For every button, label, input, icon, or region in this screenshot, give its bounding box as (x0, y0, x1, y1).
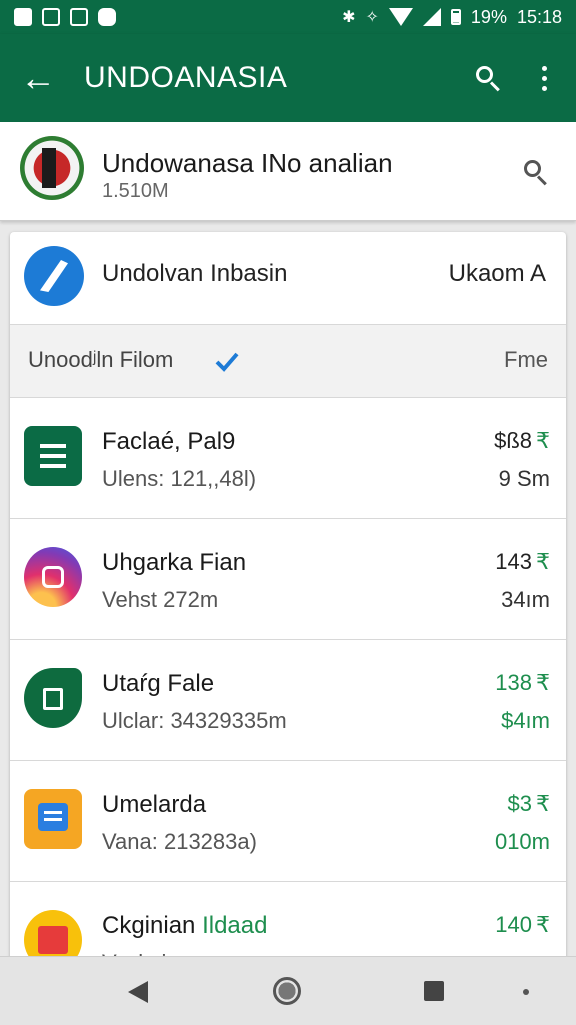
bluetooth-icon: ✱ (342, 9, 356, 26)
photo-icon (70, 8, 88, 26)
battery-percent: 19% (470, 6, 507, 27)
avatar (20, 136, 84, 200)
chat-icon (98, 8, 116, 26)
item-meta: 34ım (501, 587, 550, 612)
list-item[interactable]: Faclaé, Pal9 Ulens: 121,,48l) $ß8 ₹ 9 Sm (10, 398, 566, 519)
section-filter[interactable]: Fme (504, 347, 548, 373)
item-name: Uhgarka Fian (102, 549, 247, 576)
system-icons: ✱ ✧ 19% 15:18 (342, 7, 562, 28)
item-name: Faclaé, Pal9 (102, 428, 236, 455)
card-header[interactable]: Undolvan Inbasin Ukaom A (10, 232, 566, 325)
page-title: UNDOANASIA (84, 61, 288, 94)
gallery-icon (14, 8, 32, 26)
verified-check-icon (215, 352, 239, 372)
list-item[interactable]: Uhgarka Fian Vehst 272m 143 ₹ 34ım (10, 519, 566, 640)
shopping-bag-icon (24, 668, 82, 728)
screenshot-icon (42, 8, 60, 26)
more-vertical-icon[interactable] (542, 65, 548, 91)
camera-app-icon (24, 547, 82, 607)
list-item[interactable]: Utaŕg Fale Ulclar: 34329335m 138 ₹ $4ım (10, 640, 566, 761)
section-title: Unoodʲln Filom (28, 347, 174, 372)
content-card: Undolvan Inbasin Ukaom A Unoodʲln Filom … (10, 232, 566, 992)
item-price: 140 ₹ (495, 912, 550, 937)
globe-icon (24, 246, 84, 306)
profile-name: Undowanasa INo analian (102, 148, 393, 178)
nav-recents-icon[interactable] (424, 981, 444, 1001)
clock: 15:18 (516, 6, 562, 27)
search-icon[interactable] (474, 64, 502, 92)
system-nav-bar (0, 956, 576, 1025)
item-subtitle: Vana: 213283a) (102, 829, 257, 854)
wifi-icon (388, 8, 413, 26)
item-price: $3 ₹ (507, 791, 550, 816)
profile-search-icon[interactable] (524, 160, 550, 186)
profile-subtitle: 1.510M (102, 180, 169, 202)
nav-dot-icon (523, 989, 529, 995)
card-header-title: Undolvan Inbasin (102, 260, 288, 287)
message-icon (24, 789, 82, 849)
back-arrow-icon[interactable]: ← (20, 60, 60, 96)
app-bar: ← UNDOANASIA (0, 34, 576, 122)
status-bar: ✱ ✧ 19% 15:18 (0, 0, 576, 34)
item-price: $ß8 ₹ (494, 428, 550, 453)
item-subtitle: Vehst 272m (102, 587, 219, 612)
section-header: Unoodʲln Filom Fme (10, 325, 566, 398)
profile-header[interactable]: Undowanasa INo analian 1.510M (0, 122, 576, 221)
item-price: 138 ₹ (495, 670, 550, 695)
notification-icons (14, 8, 116, 26)
item-price: 143 ₹ (495, 549, 550, 574)
item-subtitle: Ulclar: 34329335m (102, 708, 287, 733)
sheet-icon (24, 426, 82, 486)
item-subtitle: Ulens: 121,,48l) (102, 466, 257, 491)
item-meta: 9 Sm (498, 466, 550, 491)
item-meta: $4ım (501, 708, 550, 733)
signal-icon (422, 8, 441, 26)
item-meta: 010m (494, 829, 550, 854)
list-item[interactable]: Umelarda Vana: 213283a) $3 ₹ 010m (10, 761, 566, 882)
item-name: Utaŕg Fale (102, 670, 215, 697)
nav-back-icon[interactable] (128, 981, 148, 1003)
item-name: Ckginian Ildaad (102, 912, 268, 939)
card-header-action[interactable]: Ukaom A (449, 260, 546, 288)
battery-icon (450, 9, 461, 25)
vibrate-icon: ✧ (365, 9, 379, 26)
nav-home-icon[interactable] (273, 977, 301, 1005)
item-name: Umelarda (102, 791, 207, 818)
